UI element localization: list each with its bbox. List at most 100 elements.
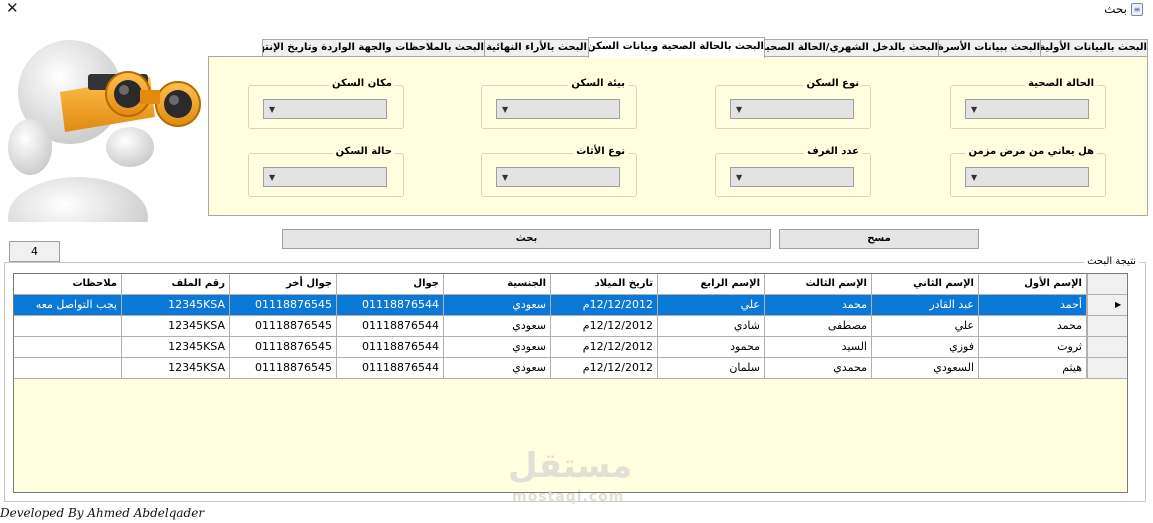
rooms-count-label: عدد الغرف <box>804 146 862 157</box>
table-cell[interactable]: شادي <box>658 316 765 337</box>
housing-condition-group: حالة السكن ▼ <box>248 146 404 197</box>
column-header-first-name[interactable]: الإسم الأول <box>979 274 1087 295</box>
table-cell[interactable]: 12345KSA <box>122 358 230 379</box>
furniture-type-select[interactable]: ▼ <box>496 167 620 187</box>
tab-panel-health-housing: الحالة الصحية ▼ نوع السكن ▼ بيئة السكن ▼… <box>208 56 1148 216</box>
column-header-notes[interactable]: ملاحظات <box>14 274 122 295</box>
table-cell[interactable]: سعودي <box>444 337 551 358</box>
housing-location-label: مكان السكن <box>329 78 395 89</box>
table-cell[interactable]: 12/12/2012م <box>551 337 658 358</box>
housing-type-select[interactable]: ▼ <box>730 99 854 119</box>
furniture-type-group: نوع الأثاث ▼ <box>481 146 637 197</box>
table-cell[interactable]: مصطفى <box>765 316 872 337</box>
chronic-disease-select[interactable]: ▼ <box>965 167 1089 187</box>
table-cell[interactable]: 12/12/2012م <box>551 316 658 337</box>
table-cell[interactable]: علي <box>872 316 979 337</box>
chronic-disease-label: هل يعاني من مرض مزمن <box>965 146 1097 157</box>
table-cell[interactable]: 01118876545 <box>230 316 337 337</box>
health-status-group: الحالة الصحية ▼ <box>950 78 1106 129</box>
table-cell[interactable]: 12345KSA <box>122 337 230 358</box>
grid-corner <box>1087 274 1127 295</box>
housing-location-group: مكان السكن ▼ <box>248 78 404 129</box>
chronic-disease-group: هل يعاني من مرض مزمن ▼ <box>950 146 1106 197</box>
tab-final-opinions[interactable]: البحث بالأراء النهائية <box>484 39 589 57</box>
table-cell[interactable]: 01118876544 <box>337 316 444 337</box>
rooms-count-group: عدد الغرف ▼ <box>715 146 871 197</box>
table-cell[interactable]: سعودي <box>444 295 551 316</box>
table-cell[interactable]: يجب التواصل معه <box>14 295 122 316</box>
housing-environment-group: بيئة السكن ▼ <box>481 78 637 129</box>
chevron-down-icon: ▼ <box>502 105 509 114</box>
table-cell[interactable] <box>14 337 122 358</box>
table-cell[interactable] <box>14 316 122 337</box>
tab-notes-source-expiry[interactable]: البحث بالملاحظات والجهة الواردة وتاريخ ا… <box>262 39 485 57</box>
column-header-third-name[interactable]: الإسم الثالث <box>765 274 872 295</box>
table-cell[interactable]: 12/12/2012م <box>551 295 658 316</box>
tab-health-housing[interactable]: البحث بالحالة الصحية وبيانات السكن <box>588 37 765 58</box>
column-header-mobile[interactable]: جوال <box>337 274 444 295</box>
close-icon[interactable]: ✕ <box>6 0 19 17</box>
table-cell[interactable]: سعودي <box>444 358 551 379</box>
column-header-nationality[interactable]: الجنسية <box>444 274 551 295</box>
result-count: 4 <box>9 241 60 262</box>
table-cell[interactable]: 01118876544 <box>337 337 444 358</box>
table-cell[interactable]: محمد <box>979 316 1087 337</box>
row-header[interactable] <box>1087 316 1127 337</box>
row-header[interactable] <box>1087 358 1127 379</box>
housing-type-label: نوع السكن <box>803 78 862 89</box>
document-icon: ≡ <box>1131 3 1143 16</box>
column-header-second-name[interactable]: الإسم الثاني <box>872 274 979 295</box>
title-bar: ✕ بحث ≡ <box>0 0 1153 20</box>
housing-environment-select[interactable]: ▼ <box>496 99 620 119</box>
table-cell[interactable]: سلمان <box>658 358 765 379</box>
table-cell[interactable]: أحمد <box>979 295 1087 316</box>
column-header-file-number[interactable]: رقم الملف <box>122 274 230 295</box>
housing-condition-select[interactable]: ▼ <box>263 167 387 187</box>
table-cell[interactable]: 12/12/2012م <box>551 358 658 379</box>
housing-type-group: نوع السكن ▼ <box>715 78 871 129</box>
row-header[interactable]: ▶ <box>1087 295 1127 316</box>
mascot-binoculars-image <box>8 40 201 222</box>
table-cell[interactable]: 01118876545 <box>230 295 337 316</box>
tab-family-data[interactable]: البحث ببيانات الأسرة <box>938 39 1041 57</box>
row-header[interactable] <box>1087 337 1127 358</box>
tab-basic-data[interactable]: البحث بالبيانات الأولية <box>1040 39 1148 57</box>
column-header-birth-date[interactable]: تاريخ الميلاد <box>551 274 658 295</box>
table-cell[interactable]: 01118876545 <box>230 358 337 379</box>
housing-location-select[interactable]: ▼ <box>263 99 387 119</box>
table-cell[interactable]: فوزي <box>872 337 979 358</box>
table-cell[interactable]: عبد القادر <box>872 295 979 316</box>
rooms-count-select[interactable]: ▼ <box>730 167 854 187</box>
table-cell[interactable]: السيد <box>765 337 872 358</box>
table-cell[interactable]: سعودي <box>444 316 551 337</box>
clear-button[interactable]: مسح <box>779 229 979 249</box>
chevron-down-icon: ▼ <box>502 173 509 182</box>
table-cell[interactable]: محمد <box>765 295 872 316</box>
housing-environment-label: بيئة السكن <box>568 78 628 89</box>
table-cell[interactable]: 12345KSA <box>122 295 230 316</box>
window-title: بحث <box>1104 2 1127 16</box>
health-status-label: الحالة الصحية <box>1025 78 1097 89</box>
table-cell[interactable]: محمدي <box>765 358 872 379</box>
health-status-select[interactable]: ▼ <box>965 99 1089 119</box>
results-label: نتيجة البحث <box>1084 256 1139 267</box>
chevron-down-icon: ▼ <box>269 105 276 114</box>
chevron-down-icon: ▼ <box>269 173 276 182</box>
table-cell[interactable]: 01118876544 <box>337 358 444 379</box>
table-cell[interactable]: محمود <box>658 337 765 358</box>
developer-credit: Developed By Ahmed Abdelqader <box>0 506 205 520</box>
chevron-down-icon: ▼ <box>971 173 978 182</box>
table-cell[interactable]: السعودي <box>872 358 979 379</box>
table-cell[interactable]: علي <box>658 295 765 316</box>
table-cell[interactable]: 01118876545 <box>230 337 337 358</box>
table-cell[interactable]: هيثم <box>979 358 1087 379</box>
search-button[interactable]: بحث <box>282 229 771 249</box>
tab-income-health[interactable]: البحث بالدخل الشهري/الحالة الصحية <box>764 39 939 57</box>
table-cell[interactable]: 12345KSA <box>122 316 230 337</box>
column-header-other-mobile[interactable]: جوال أخر <box>230 274 337 295</box>
chevron-down-icon: ▼ <box>736 105 743 114</box>
table-cell[interactable]: 01118876544 <box>337 295 444 316</box>
column-header-fourth-name[interactable]: الإسم الرابع <box>658 274 765 295</box>
table-cell[interactable] <box>14 358 122 379</box>
table-cell[interactable]: ثروت <box>979 337 1087 358</box>
